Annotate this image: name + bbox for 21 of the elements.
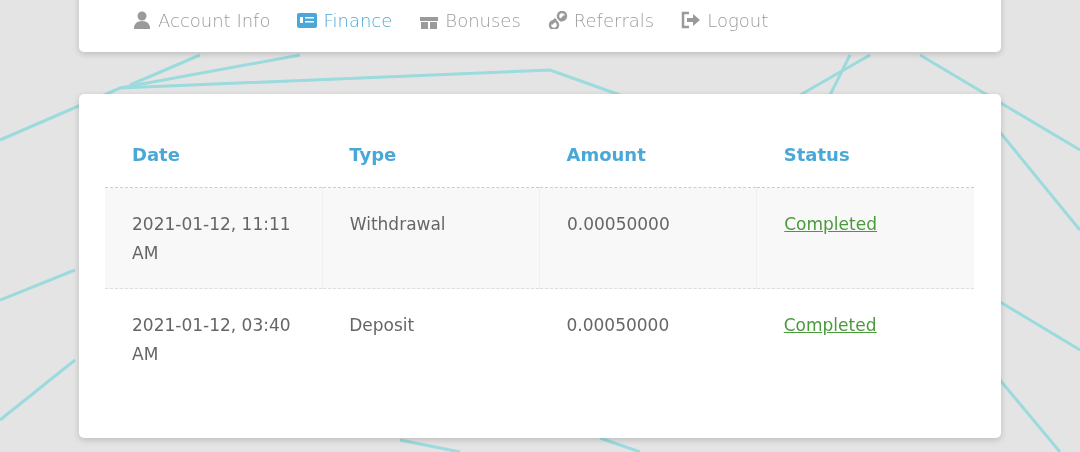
table-cell: 0.00050000	[539, 288, 757, 389]
person-icon	[132, 11, 152, 29]
link-icon	[547, 11, 568, 29]
status-link[interactable]: Completed	[783, 315, 877, 335]
table-cell: 0.00050000	[539, 187, 757, 289]
card-icon	[297, 11, 318, 29]
logout-icon	[681, 11, 702, 29]
table-cell: 2021-01-12, 03:40 AM	[105, 288, 323, 389]
table-cell: Withdrawal	[322, 187, 540, 289]
table-cell: 2021-01-12, 11:11 AM	[105, 187, 323, 289]
column-header: Date	[105, 120, 323, 188]
nav-link[interactable]: Finance	[297, 0, 393, 52]
column-header: Status	[756, 120, 974, 188]
column-header: Type	[322, 120, 540, 188]
nav-link[interactable]: Bonuses	[419, 0, 521, 52]
table-cell: Deposit	[322, 288, 540, 389]
column-header: Amount	[539, 120, 757, 188]
nav-link[interactable]: Account Info	[132, 0, 271, 52]
status-link[interactable]: Completed	[784, 214, 877, 234]
nav-link[interactable]: Referrals	[547, 0, 655, 52]
nav-link[interactable]: Logout	[681, 0, 769, 52]
